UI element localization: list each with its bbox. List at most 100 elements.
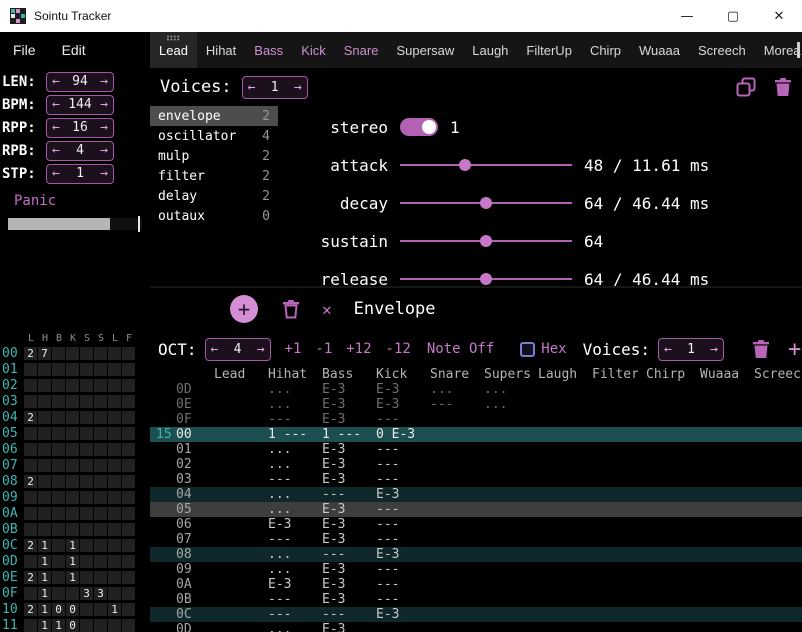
pattern-note-cell[interactable] <box>476 472 530 487</box>
order-cell[interactable] <box>80 539 93 552</box>
pattern-track-header-bass[interactable]: Bass <box>314 368 368 382</box>
order-cell[interactable] <box>94 603 107 616</box>
pattern-note-cell[interactable] <box>692 547 746 562</box>
order-cell[interactable] <box>122 571 135 584</box>
pattern-note-cell[interactable] <box>692 472 746 487</box>
pattern-note-cell[interactable]: E-3 <box>314 562 368 577</box>
pattern-note-cell[interactable] <box>530 427 584 442</box>
order-cell[interactable] <box>66 347 79 360</box>
pattern-note-cell[interactable] <box>638 457 692 472</box>
track-tab-screech[interactable]: Screech <box>689 32 755 68</box>
pattern-note-cell[interactable] <box>584 457 638 472</box>
order-cell[interactable] <box>122 539 135 552</box>
pattern-note-cell[interactable] <box>638 577 692 592</box>
unit-item-filter[interactable]: filter2 <box>150 166 278 186</box>
transpose-down1-button[interactable]: -1 <box>315 341 332 357</box>
order-cell[interactable] <box>108 347 121 360</box>
pattern-note-cell[interactable] <box>530 562 584 577</box>
pattern-note-cell[interactable]: --- <box>368 457 422 472</box>
pattern-note-cell[interactable] <box>422 412 476 427</box>
order-cell[interactable] <box>80 459 93 472</box>
pattern-track-header-screech[interactable]: Screech <box>746 368 800 382</box>
bpm-increase-button[interactable]: → <box>100 98 108 111</box>
pattern-note-cell[interactable] <box>584 412 638 427</box>
order-cell[interactable] <box>52 379 65 392</box>
order-cell[interactable] <box>38 475 51 488</box>
order-cell[interactable] <box>38 491 51 504</box>
order-cell[interactable] <box>108 443 121 456</box>
pattern-track-header-laugh[interactable]: Laugh <box>530 368 584 382</box>
pattern-note-cell[interactable] <box>530 412 584 427</box>
pattern-note-cell[interactable] <box>422 517 476 532</box>
order-cell[interactable]: 1 <box>66 571 79 584</box>
pattern-note-cell[interactable] <box>746 592 800 607</box>
order-cell[interactable] <box>122 379 135 392</box>
order-cell[interactable] <box>108 459 121 472</box>
pattern-note-cell[interactable] <box>638 592 692 607</box>
copy-instrument-icon[interactable] <box>736 77 756 97</box>
order-cell[interactable] <box>108 555 121 568</box>
order-cell[interactable] <box>94 363 107 376</box>
order-cell[interactable]: 7 <box>38 347 51 360</box>
pattern-note-cell[interactable] <box>530 517 584 532</box>
pattern-note-cell[interactable] <box>584 502 638 517</box>
pattern-note-cell[interactable]: E-3 <box>314 412 368 427</box>
pattern-note-cell[interactable] <box>692 412 746 427</box>
order-cell[interactable] <box>24 587 37 600</box>
order-cell[interactable] <box>24 459 37 472</box>
attack-slider[interactable] <box>400 158 572 172</box>
pattern-note-cell[interactable]: E-3 <box>368 487 422 502</box>
pattern-note-cell[interactable]: E-3 <box>314 592 368 607</box>
order-cell[interactable] <box>52 491 65 504</box>
order-cell[interactable] <box>94 539 107 552</box>
pattern-note-cell[interactable] <box>206 532 260 547</box>
pattern-note-cell[interactable] <box>530 607 584 622</box>
order-cell[interactable] <box>52 555 65 568</box>
order-cell[interactable] <box>38 395 51 408</box>
pattern-note-cell[interactable] <box>692 487 746 502</box>
order-cell[interactable] <box>108 507 121 520</box>
pattern-note-cell[interactable]: E-3 <box>314 622 368 632</box>
order-cell[interactable] <box>66 475 79 488</box>
pattern-note-cell[interactable] <box>692 427 746 442</box>
pattern-voices-increase-button[interactable]: → <box>710 343 718 356</box>
pattern-note-cell[interactable] <box>692 622 746 632</box>
hex-checkbox[interactable] <box>520 342 535 357</box>
order-cell[interactable] <box>122 443 135 456</box>
drag-handle-icon[interactable] <box>166 35 180 41</box>
pattern-note-cell[interactable]: --- <box>314 607 368 622</box>
pattern-note-cell[interactable] <box>422 547 476 562</box>
add-pattern-button[interactable]: + <box>788 337 801 362</box>
pattern-note-cell[interactable]: --- <box>368 592 422 607</box>
order-cell[interactable] <box>80 427 93 440</box>
pattern-note-cell[interactable]: E-3 <box>314 502 368 517</box>
pattern-note-cell[interactable]: 1 --- <box>314 427 368 442</box>
order-cell[interactable] <box>122 587 135 600</box>
pattern-note-cell[interactable] <box>206 517 260 532</box>
pattern-note-cell[interactable] <box>530 622 584 632</box>
order-cell[interactable] <box>24 427 37 440</box>
pattern-track-header-filterup[interactable]: FilterUp <box>584 368 638 382</box>
order-cell[interactable] <box>94 443 107 456</box>
order-cell[interactable] <box>24 523 37 536</box>
track-tab-morea[interactable]: Morea <box>755 32 802 68</box>
track-tab-kick[interactable]: Kick <box>292 32 335 68</box>
order-cell[interactable] <box>80 475 93 488</box>
panic-button[interactable]: Panic <box>14 193 56 209</box>
order-cell[interactable] <box>24 555 37 568</box>
pattern-note-cell[interactable]: ... <box>260 547 314 562</box>
pattern-note-cell[interactable]: --- <box>368 532 422 547</box>
pattern-note-cell[interactable] <box>422 502 476 517</box>
order-cell[interactable] <box>80 347 93 360</box>
unit-item-outaux[interactable]: outaux0 <box>150 206 278 226</box>
pattern-note-cell[interactable] <box>584 607 638 622</box>
pattern-note-cell[interactable] <box>206 397 260 412</box>
pattern-track-header-lead[interactable]: Lead <box>206 368 260 382</box>
order-cell[interactable]: 2 <box>24 475 37 488</box>
pattern-note-cell[interactable]: E-3 <box>314 457 368 472</box>
order-cell[interactable] <box>122 427 135 440</box>
pattern-track-header-chirp[interactable]: Chirp <box>638 368 692 382</box>
track-tab-bass[interactable]: Bass <box>245 32 292 68</box>
transpose-down12-button[interactable]: -12 <box>386 341 411 357</box>
pattern-note-cell[interactable] <box>422 622 476 632</box>
